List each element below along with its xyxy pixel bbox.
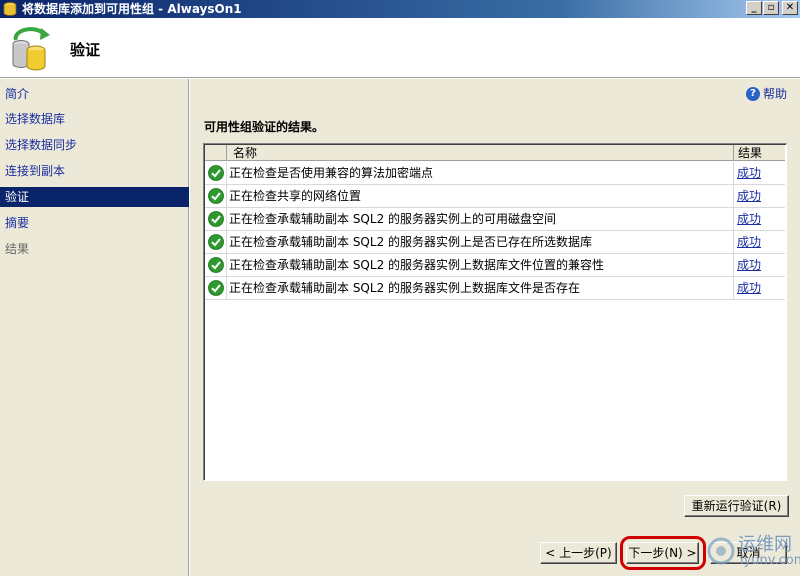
check-name: 正在检查承载辅助副本 SQL2 的服务器实例上是否已存在所选数据库 — [229, 235, 593, 249]
success-check-icon — [205, 162, 227, 184]
validation-results-grid[interactable]: 名称 结果 正在检查是否使用兼容的算法加密端点 成功 正在检查共享的网络位置 成功 正在… — [203, 143, 787, 481]
help-link[interactable]: ? 帮助 — [745, 85, 787, 102]
next-button-highlight — [620, 536, 706, 570]
result-link[interactable]: 成功 — [733, 254, 785, 276]
table-row[interactable]: 正在检查承载辅助副本 SQL2 的服务器实例上数据库文件是否存在 成功 — [205, 277, 785, 300]
success-check-icon — [205, 254, 227, 276]
wizard-header: 验证 — [0, 18, 800, 78]
success-check-icon — [205, 231, 227, 253]
rerun-validation-button[interactable]: 重新运行验证(R) — [684, 495, 789, 517]
previous-button[interactable]: < 上一步(P) — [540, 542, 617, 564]
result-link[interactable]: 成功 — [733, 231, 785, 253]
help-label: 帮助 — [762, 87, 787, 101]
section-title: 可用性组验证的结果。 — [204, 120, 325, 134]
success-check-icon — [205, 277, 227, 299]
database-app-icon — [3, 2, 17, 16]
database-sync-icon — [12, 27, 50, 71]
watermark-logo-icon — [707, 537, 735, 565]
check-name: 正在检查是否使用兼容的算法加密端点 — [229, 166, 434, 180]
check-name: 正在检查承载辅助副本 SQL2 的服务器实例上的可用磁盘空间 — [229, 212, 557, 226]
nav-item-results: 结果 — [5, 242, 30, 256]
nav-item-summary[interactable]: 摘要 — [0, 213, 189, 233]
success-check-icon — [205, 208, 227, 230]
wizard-nav: 简介 选择数据库 选择数据同步 连接到副本 验证 摘要 结果 — [0, 79, 189, 576]
site-watermark: 运维网 iyunv.com — [706, 528, 800, 574]
restore-button[interactable]: ▫ — [763, 1, 779, 15]
name-column-header: 名称 — [233, 146, 258, 160]
nav-item-validation[interactable]: 验证 — [0, 187, 189, 207]
page-heading: 验证 — [70, 41, 101, 59]
status-column-header — [205, 145, 227, 161]
check-name: 正在检查承载辅助副本 SQL2 的服务器实例上数据库文件是否存在 — [229, 281, 581, 295]
nav-item-select-databases[interactable]: 选择数据库 — [0, 109, 189, 129]
close-button[interactable]: ✕ — [782, 1, 798, 15]
nav-item-connect-replicas[interactable]: 连接到副本 — [0, 161, 189, 181]
table-row[interactable]: 正在检查承载辅助副本 SQL2 的服务器实例上的可用磁盘空间 成功 — [205, 208, 785, 231]
result-link[interactable]: 成功 — [733, 208, 785, 230]
table-row[interactable]: 正在检查承载辅助副本 SQL2 的服务器实例上数据库文件位置的兼容性 成功 — [205, 254, 785, 277]
success-check-icon — [205, 185, 227, 207]
watermark-url: iyunv.com — [740, 553, 800, 568]
help-icon: ? — [745, 86, 760, 101]
result-column-header: 结果 — [733, 145, 785, 161]
result-link[interactable]: 成功 — [733, 185, 785, 207]
table-row[interactable]: 正在检查承载辅助副本 SQL2 的服务器实例上是否已存在所选数据库 成功 — [205, 231, 785, 254]
nav-item-data-sync[interactable]: 选择数据同步 — [0, 135, 189, 155]
check-name: 正在检查承载辅助副本 SQL2 的服务器实例上数据库文件位置的兼容性 — [229, 258, 605, 272]
result-link[interactable]: 成功 — [733, 162, 785, 184]
nav-item-intro[interactable]: 简介 — [0, 84, 189, 104]
title-bar: 将数据库添加到可用性组 - AlwaysOn1 _ ▫ ✕ — [0, 0, 800, 18]
result-link[interactable]: 成功 — [733, 277, 785, 299]
main-panel: ? 帮助 可用性组验证的结果。 名称 结果 正在检查是否使用兼容的算法加密端点成… — [190, 79, 800, 576]
grid-header: 名称 结果 — [205, 145, 785, 161]
window-title: 将数据库添加到可用性组 - AlwaysOn1 — [22, 2, 242, 16]
table-row[interactable]: 正在检查是否使用兼容的算法加密端点 成功 — [205, 162, 785, 185]
minimize-button[interactable]: _ — [746, 1, 762, 15]
table-row[interactable]: 正在检查共享的网络位置 成功 — [205, 185, 785, 208]
check-name: 正在检查共享的网络位置 — [229, 189, 362, 203]
